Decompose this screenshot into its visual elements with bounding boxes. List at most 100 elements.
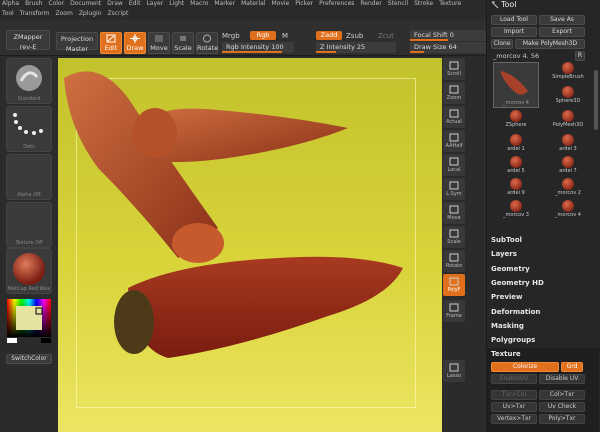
section-layers[interactable]: Layers <box>491 250 517 258</box>
disable-uv-button[interactable]: Disable UV <box>539 374 585 384</box>
menu-render[interactable]: Render <box>360 0 381 7</box>
zcut-toggle[interactable]: Zcut <box>378 32 394 40</box>
import-button[interactable]: Import <box>491 27 537 37</box>
focal-shift-slider[interactable]: Focal Shift 0 <box>410 30 486 41</box>
edit-button[interactable]: Edit <box>100 32 122 54</box>
zmapper-button[interactable]: ZMapper rev-E <box>6 30 50 51</box>
draw-button[interactable]: Draw <box>124 32 146 54</box>
menu-alpha[interactable]: Alpha <box>2 0 19 7</box>
make-polymesh-button[interactable]: Make PolyMesh3D <box>515 39 585 49</box>
shelf-scale-button[interactable]: Scale <box>443 226 465 248</box>
canvas-viewport[interactable] <box>58 58 442 432</box>
brush-standard-thumbnail[interactable]: Standard <box>6 58 52 104</box>
r-button[interactable]: R <box>575 51 585 61</box>
menu-transform[interactable]: Transform <box>20 10 50 17</box>
col-txr-button[interactable]: Col>Txr <box>539 390 585 400</box>
section-deformation[interactable]: Deformation <box>491 308 540 316</box>
material-thumbnail[interactable]: MatCap Red Wax <box>6 248 52 294</box>
zsub-toggle[interactable]: Zsub <box>346 32 363 40</box>
save-as-button[interactable]: Save As <box>539 15 585 25</box>
shelf-l-sym-button[interactable]: L.Sym <box>443 178 465 200</box>
mrgb-toggle[interactable]: Mrgb <box>222 32 240 40</box>
lasso-icon <box>449 363 459 372</box>
tool-panel-scrollbar[interactable] <box>594 70 598 130</box>
scale-button[interactable]: Scale <box>172 32 194 54</box>
enable-uv-button[interactable]: EnableUV <box>491 374 537 384</box>
move-button[interactable]: Move <box>148 32 170 54</box>
uv-txr-button[interactable]: Uv>Txr <box>491 402 537 412</box>
section-subtool[interactable]: SubTool <box>491 236 522 244</box>
tool-thumb-zsphere[interactable]: ZSphere <box>493 110 539 136</box>
load-tool-button[interactable]: Load Tool <box>491 15 537 25</box>
tool-thumb-morcov-3[interactable]: _morcov 3 <box>493 200 539 226</box>
rgb-intensity-slider[interactable]: Rgb Intensity 100 <box>222 42 294 53</box>
texture-header[interactable]: Texture <box>491 350 521 358</box>
menu-zscript[interactable]: Zscript <box>107 10 128 17</box>
stroke-dots-thumbnail[interactable]: Dots <box>6 106 52 152</box>
projection-master-button[interactable]: Projection Master <box>56 32 98 53</box>
export-button[interactable]: Export <box>539 27 585 37</box>
menu-stroke[interactable]: Stroke <box>414 0 433 7</box>
draw-size-fill <box>410 51 424 53</box>
section-preview[interactable]: Preview <box>491 293 523 301</box>
menu-zoom[interactable]: Zoom <box>56 10 73 17</box>
txr-col-button[interactable]: Txr>Col <box>491 390 537 400</box>
tool-thumb-simplebrush[interactable]: SimpleBrush <box>545 62 591 88</box>
menu-color[interactable]: Color <box>48 0 64 7</box>
menu-marker[interactable]: Marker <box>214 0 235 7</box>
color-picker[interactable] <box>6 298 52 344</box>
menu-picker[interactable]: Picker <box>295 0 313 7</box>
menu-macro[interactable]: Macro <box>190 0 208 7</box>
section-geometry-hd[interactable]: Geometry HD <box>491 279 544 287</box>
shelf-zoom-button[interactable]: Zoom <box>443 82 465 104</box>
draw-size-slider[interactable]: Draw Size 64 <box>410 42 486 53</box>
menu-movie[interactable]: Movie <box>271 0 289 7</box>
shelf-polyf-button[interactable]: PolyF <box>443 274 465 296</box>
current-tool-thumbnail[interactable]: _morcov 4 <box>493 62 539 108</box>
menu-light[interactable]: Light <box>169 0 184 7</box>
shelf-scroll-button[interactable]: Scroll <box>443 58 465 80</box>
section-geometry[interactable]: Geometry <box>491 265 530 273</box>
clone-button[interactable]: Clone <box>491 39 513 49</box>
menu-stencil[interactable]: Stencil <box>388 0 408 7</box>
shelf-lasso-button[interactable]: Lasso <box>443 360 465 382</box>
vertex-txr-button[interactable]: Vertex>Txr <box>491 414 537 424</box>
section-polygroups[interactable]: Polygroups <box>491 336 535 344</box>
shelf-scale-label: Scale <box>447 239 461 245</box>
m-toggle[interactable]: M <box>282 32 288 40</box>
shelf-frame-label: Frame <box>446 313 462 319</box>
alpha-thumbnail[interactable]: Alpha Off <box>6 154 52 200</box>
switch-color-button[interactable]: SwitchColor <box>6 354 52 364</box>
z-intensity-slider[interactable]: Z Intensity 25 <box>316 42 396 53</box>
tool-thumb-morcov-4[interactable]: _morcov 4 <box>545 200 591 226</box>
zadd-toggle[interactable]: Zadd <box>316 31 342 40</box>
texture-thumbnail[interactable]: Texture Off <box>6 202 52 248</box>
menu-material[interactable]: Material <box>241 0 265 7</box>
shelf-move-button[interactable]: Move <box>443 202 465 224</box>
tool-thumb-polymesh3d[interactable]: PolyMesh3D <box>545 110 591 136</box>
menu-zplugin[interactable]: Zplugin <box>79 10 102 17</box>
colorize-toggle[interactable]: Colorize <box>491 362 559 372</box>
menu-layer[interactable]: Layer <box>146 0 163 7</box>
shelf-local-button[interactable]: Local <box>443 154 465 176</box>
shelf-actual-button[interactable]: Actual <box>443 106 465 128</box>
rotate-button[interactable]: Rotate <box>196 32 218 54</box>
tool-thumb-sphere3d[interactable]: Sphere3D <box>545 86 591 112</box>
tool-preview-icon <box>510 200 522 212</box>
uv-check-button[interactable]: Uv Check <box>539 402 585 412</box>
menu-document[interactable]: Document <box>70 0 101 7</box>
menu-tool[interactable]: Tool <box>2 10 14 17</box>
shelf-rotate-button[interactable]: Rotate <box>443 250 465 272</box>
menu-draw[interactable]: Draw <box>107 0 123 7</box>
rgb-toggle[interactable]: Rgb <box>250 31 276 40</box>
shelf-aahalf-button[interactable]: AAHalf <box>443 130 465 152</box>
section-masking[interactable]: Masking <box>491 322 524 330</box>
menu-brush[interactable]: Brush <box>25 0 42 7</box>
menu-edit[interactable]: Edit <box>129 0 141 7</box>
shelf-frame-button[interactable]: Frame <box>443 300 465 322</box>
poly-txr-button[interactable]: Poly>Txr <box>539 414 585 424</box>
aahalf-icon <box>449 133 459 142</box>
menu-preferences[interactable]: Preferences <box>319 0 354 7</box>
grd-toggle[interactable]: Grd <box>561 362 583 372</box>
menu-texture[interactable]: Texture <box>439 0 461 7</box>
